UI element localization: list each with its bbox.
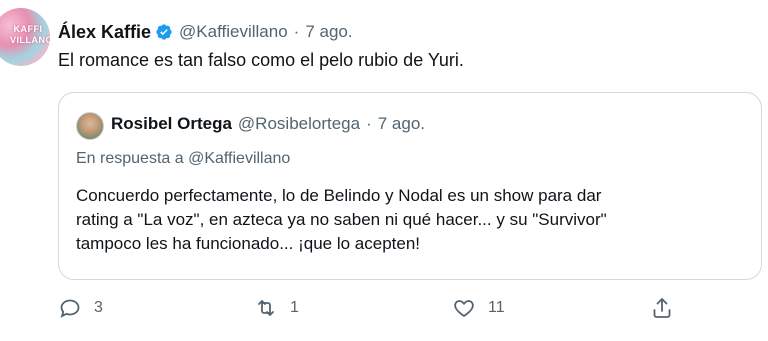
- share-button[interactable]: [650, 296, 674, 320]
- quoted-tweet[interactable]: Rosibel Ortega @Rosibelortega · 7 ago. E…: [58, 92, 762, 280]
- quoted-text-line: rating a "La voz", en azteca ya no saben…: [76, 210, 607, 229]
- reply-prefix: En respuesta a: [76, 150, 184, 167]
- tweet[interactable]: KAFFI VILLANO Álex Kaffie @Kaffievillano…: [0, 0, 768, 341]
- tweet-header: Álex Kaffie @Kaffievillano · 7 ago.: [58, 20, 353, 44]
- reply-mention[interactable]: @Kaffievillano: [188, 150, 290, 167]
- header-separator: ·: [293, 22, 300, 41]
- heart-icon: [454, 300, 474, 317]
- reply-context: En respuesta a @Kaffievillano: [76, 150, 290, 168]
- quoted-author-name: Rosibel Ortega: [111, 114, 232, 133]
- quoted-date: 7 ago.: [377, 114, 426, 133]
- reply-icon: [60, 299, 80, 318]
- share-icon: [653, 298, 671, 318]
- quoted-text: Concuerdo perfectamente, lo de Belindo y…: [76, 184, 756, 256]
- quoted-author-handle: @Rosibelortega: [237, 114, 361, 133]
- quoted-text-line: tampoco les ha funcionado... ¡que lo ace…: [76, 234, 421, 253]
- author-avatar[interactable]: KAFFI VILLANO: [0, 8, 50, 66]
- quoted-header: Rosibel Ortega @Rosibelortega · 7 ago.: [111, 114, 425, 134]
- like-button[interactable]: 11: [452, 296, 505, 320]
- quoted-author-avatar: [76, 112, 104, 140]
- retweet-button[interactable]: 1: [254, 296, 299, 320]
- tweet-text: El romance es tan falso como el pelo rub…: [58, 50, 464, 70]
- avatar-logo-text: KAFFI VILLANO: [10, 24, 50, 45]
- author-handle[interactable]: @Kaffievillano: [179, 22, 288, 42]
- author-name[interactable]: Álex Kaffie: [58, 22, 151, 43]
- verified-badge-icon: [156, 24, 172, 40]
- reply-count: 3: [94, 299, 103, 316]
- action-bar: 3 1 11: [58, 296, 758, 324]
- quoted-separator: ·: [366, 114, 372, 133]
- retweet-icon: [258, 300, 274, 316]
- tweet-date[interactable]: 7 ago.: [305, 22, 352, 42]
- quoted-text-line: Concuerdo perfectamente, lo de Belindo y…: [76, 186, 602, 205]
- reply-button[interactable]: 3: [58, 296, 103, 320]
- like-count: 11: [488, 299, 505, 316]
- retweet-count: 1: [290, 299, 299, 316]
